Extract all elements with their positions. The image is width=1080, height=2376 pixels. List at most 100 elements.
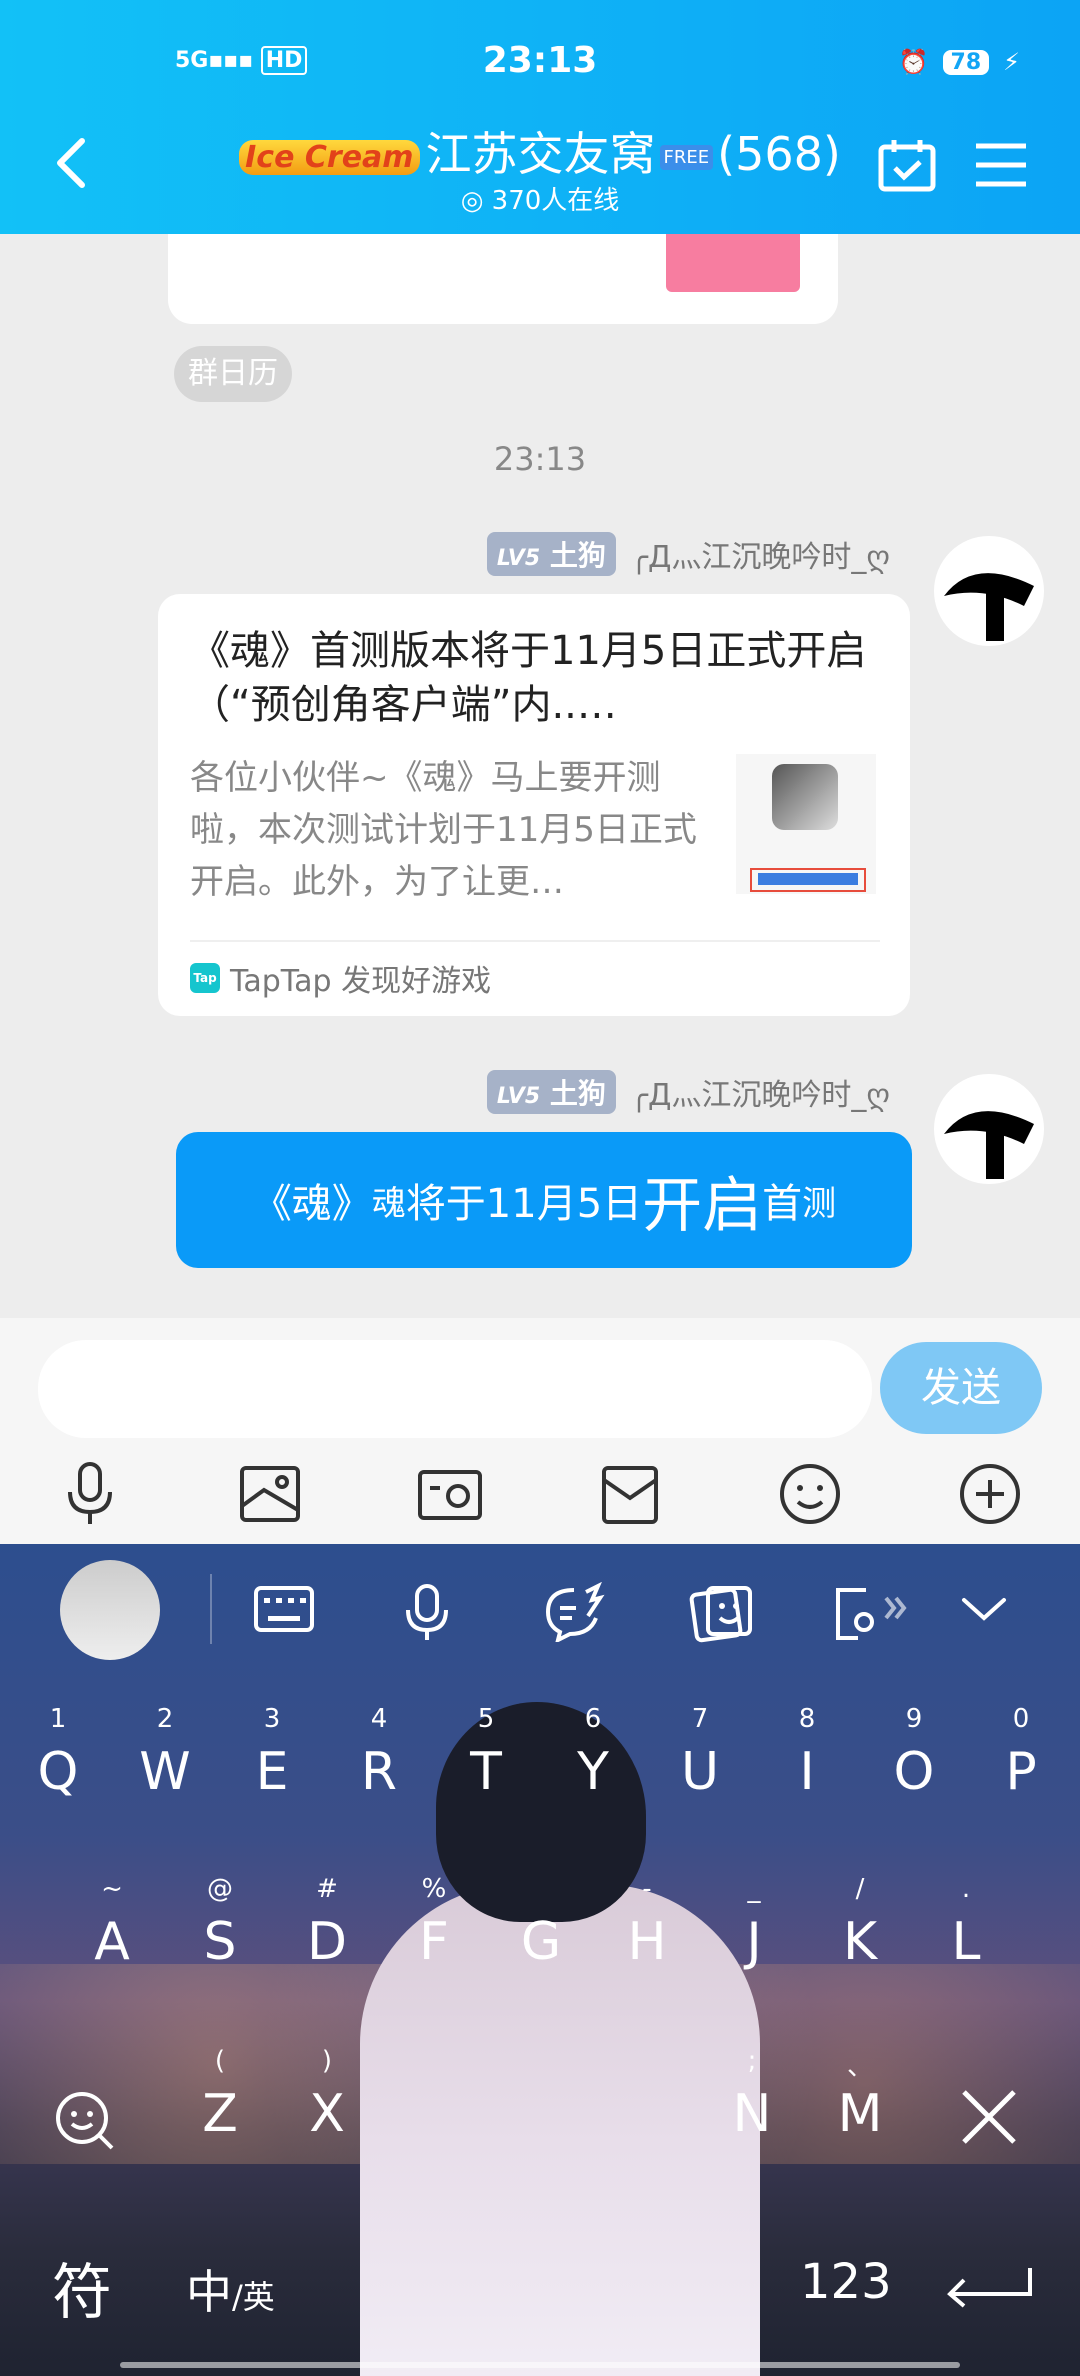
key-secondary-label: ~ [101,1874,123,1904]
key-secondary-label: 0 [1012,1704,1030,1734]
emoji-key[interactable] [50,2086,120,2160]
key-q[interactable]: Q [18,1742,98,1802]
sticker-icon[interactable] [686,1582,756,1648]
key-p[interactable]: P [981,1742,1061,1802]
input-bar: 发送 [0,1318,1080,1544]
menu-button[interactable] [974,142,1028,192]
message-input[interactable] [38,1340,872,1438]
card-thumbnail [736,754,876,894]
card-source: Tap TapTap 发现好游戏 [190,956,491,1000]
charging-icon: ⚡ [1003,48,1020,76]
keyboard-layout-icon[interactable] [252,1582,316,1640]
sender-row: LV5 土狗 ╭Д灬江沉晚吟时_ღ [486,532,890,576]
mic-icon[interactable] [54,1458,126,1530]
battery-level: 78 [942,49,990,75]
key-l[interactable]: L [926,1912,1006,1972]
key-secondary-label: 7 [691,1704,709,1734]
key-secondary-label: @ [207,1874,233,1904]
backspace-key[interactable] [954,2082,1024,2156]
toolbar-divider [210,1574,212,1644]
key-n[interactable]: N [712,2084,792,2144]
sender-name: ╭Д灬江沉晚吟时_ღ [629,1078,890,1113]
key-e[interactable]: E [232,1742,312,1802]
key-secondary-label: 8 [798,1704,816,1734]
enter-key[interactable] [942,2264,1034,2312]
key-secondary-label: % [421,1874,447,1904]
handwriting-icon[interactable] [540,1581,606,1646]
key-secondary-label: 、 [846,2052,873,2082]
key-secondary-label: # [316,1874,338,1904]
clipboard-icon[interactable] [834,1582,914,1646]
group-logo: Ice Cream [239,140,420,175]
key-j[interactable]: J [714,1912,794,1972]
camera-icon[interactable] [414,1458,486,1530]
key-z[interactable]: Z [180,2084,260,2144]
number-key[interactable]: 123 [800,2254,892,2310]
bubble-text: 将于11月5日 [405,1181,643,1227]
alarm-icon: ⏰ [898,48,929,76]
key-secondary-label: - [642,1874,652,1904]
key-h[interactable]: H [607,1912,687,1972]
key-secondary-label: / [855,1874,865,1904]
lang-main: 中 [186,2265,232,2319]
symbol-key[interactable]: 符 [52,2244,112,2331]
send-button[interactable]: 发送 [880,1342,1042,1434]
key-secondary-label: ( [214,2046,226,2076]
key-t[interactable]: T [446,1742,526,1802]
plus-icon[interactable] [954,1458,1026,1530]
key-g[interactable]: G [501,1912,581,1972]
member-count: (568) [717,127,841,181]
check-circle-icon: ◎ [460,186,484,216]
shared-link-card[interactable]: 《魂》首测版本将于11月5日正式开启（“预创角客户端”内..… 各位小伙伴~《魂… [158,594,910,1016]
avatar[interactable] [934,536,1044,646]
bubble-text: 测 [802,1183,837,1224]
status-icons: ⏰ 78 ⚡ [899,48,1020,76]
image-icon[interactable] [234,1458,306,1530]
key-u[interactable]: U [660,1742,740,1802]
text-message-bubble[interactable]: 《魂》魂将于11月5日 开启首测 [176,1132,912,1268]
key-secondary-label: ; [747,2046,757,2076]
key-w[interactable]: W [125,1742,205,1802]
key-s[interactable]: S [180,1912,260,1972]
sender-row: LV5 土狗 ╭Д灬江沉晚吟时_ღ [486,1070,890,1114]
key-secondary-label: 3 [263,1704,281,1734]
group-calendar-pill[interactable]: 群日历 [174,346,292,402]
key-secondary-label: 1 [49,1704,67,1734]
group-name: 江苏交友窝 [425,127,656,181]
key-secondary-label: 6 [584,1704,602,1734]
key-secondary-label: 4 [370,1704,388,1734]
key-a[interactable]: A [72,1912,152,1972]
bubble-text: 魂 [371,1183,406,1224]
lang-alt: /英 [232,2278,275,2316]
message-timestamp: 23:13 [493,440,587,478]
key-k[interactable]: K [820,1912,900,1972]
group-calendar-button[interactable] [878,138,936,196]
free-badge: FREE [659,145,714,170]
key-x[interactable]: X [287,2084,367,2144]
chat-header: 5G▪▪▪ HD 23:13 ⏰ 78 ⚡ Ice Cream 江苏交友窝 FREE… [0,0,1080,234]
bubble-text: 《魂》 [251,1181,372,1227]
home-indicator[interactable] [120,2362,960,2368]
key-r[interactable]: R [339,1742,419,1802]
language-switch-key[interactable]: 中/英 [186,2256,275,2322]
collapse-keyboard-icon[interactable] [960,1596,1008,1628]
card-description: 各位小伙伴~《魂》马上要开测啦，本次测试计划于11月5日正式开启。此外，为了让更… [190,758,697,902]
taptap-icon: Tap [190,963,220,993]
key-o[interactable]: O [874,1742,954,1802]
key-m[interactable]: M [820,2084,900,2144]
emoji-icon[interactable] [774,1458,846,1530]
avatar[interactable] [934,1074,1044,1184]
file-icon[interactable] [594,1458,666,1530]
soft-keyboard: 1 Q 2 W 3 E 4 R 5 T 6 Y 7 U 8 I 9 O 0 P ~ A @ S # D% F G - H _ J / K. L (… [0,1544,1080,2376]
key-f[interactable]: F [394,1912,474,1972]
sender-name: ╭Д灬江沉晚吟时_ღ [629,540,890,575]
level-badge: LV5 土狗 [486,1070,616,1114]
key-i[interactable]: I [767,1742,847,1802]
key-y[interactable]: Y [553,1742,633,1802]
bubble-text: 开启 [642,1170,763,1241]
key-secondary-label: ) [321,2046,333,2076]
key-d[interactable]: D [287,1912,367,1972]
card-divider [190,940,880,942]
voice-input-icon[interactable] [400,1582,454,1646]
keyboard-avatar[interactable] [60,1560,160,1660]
